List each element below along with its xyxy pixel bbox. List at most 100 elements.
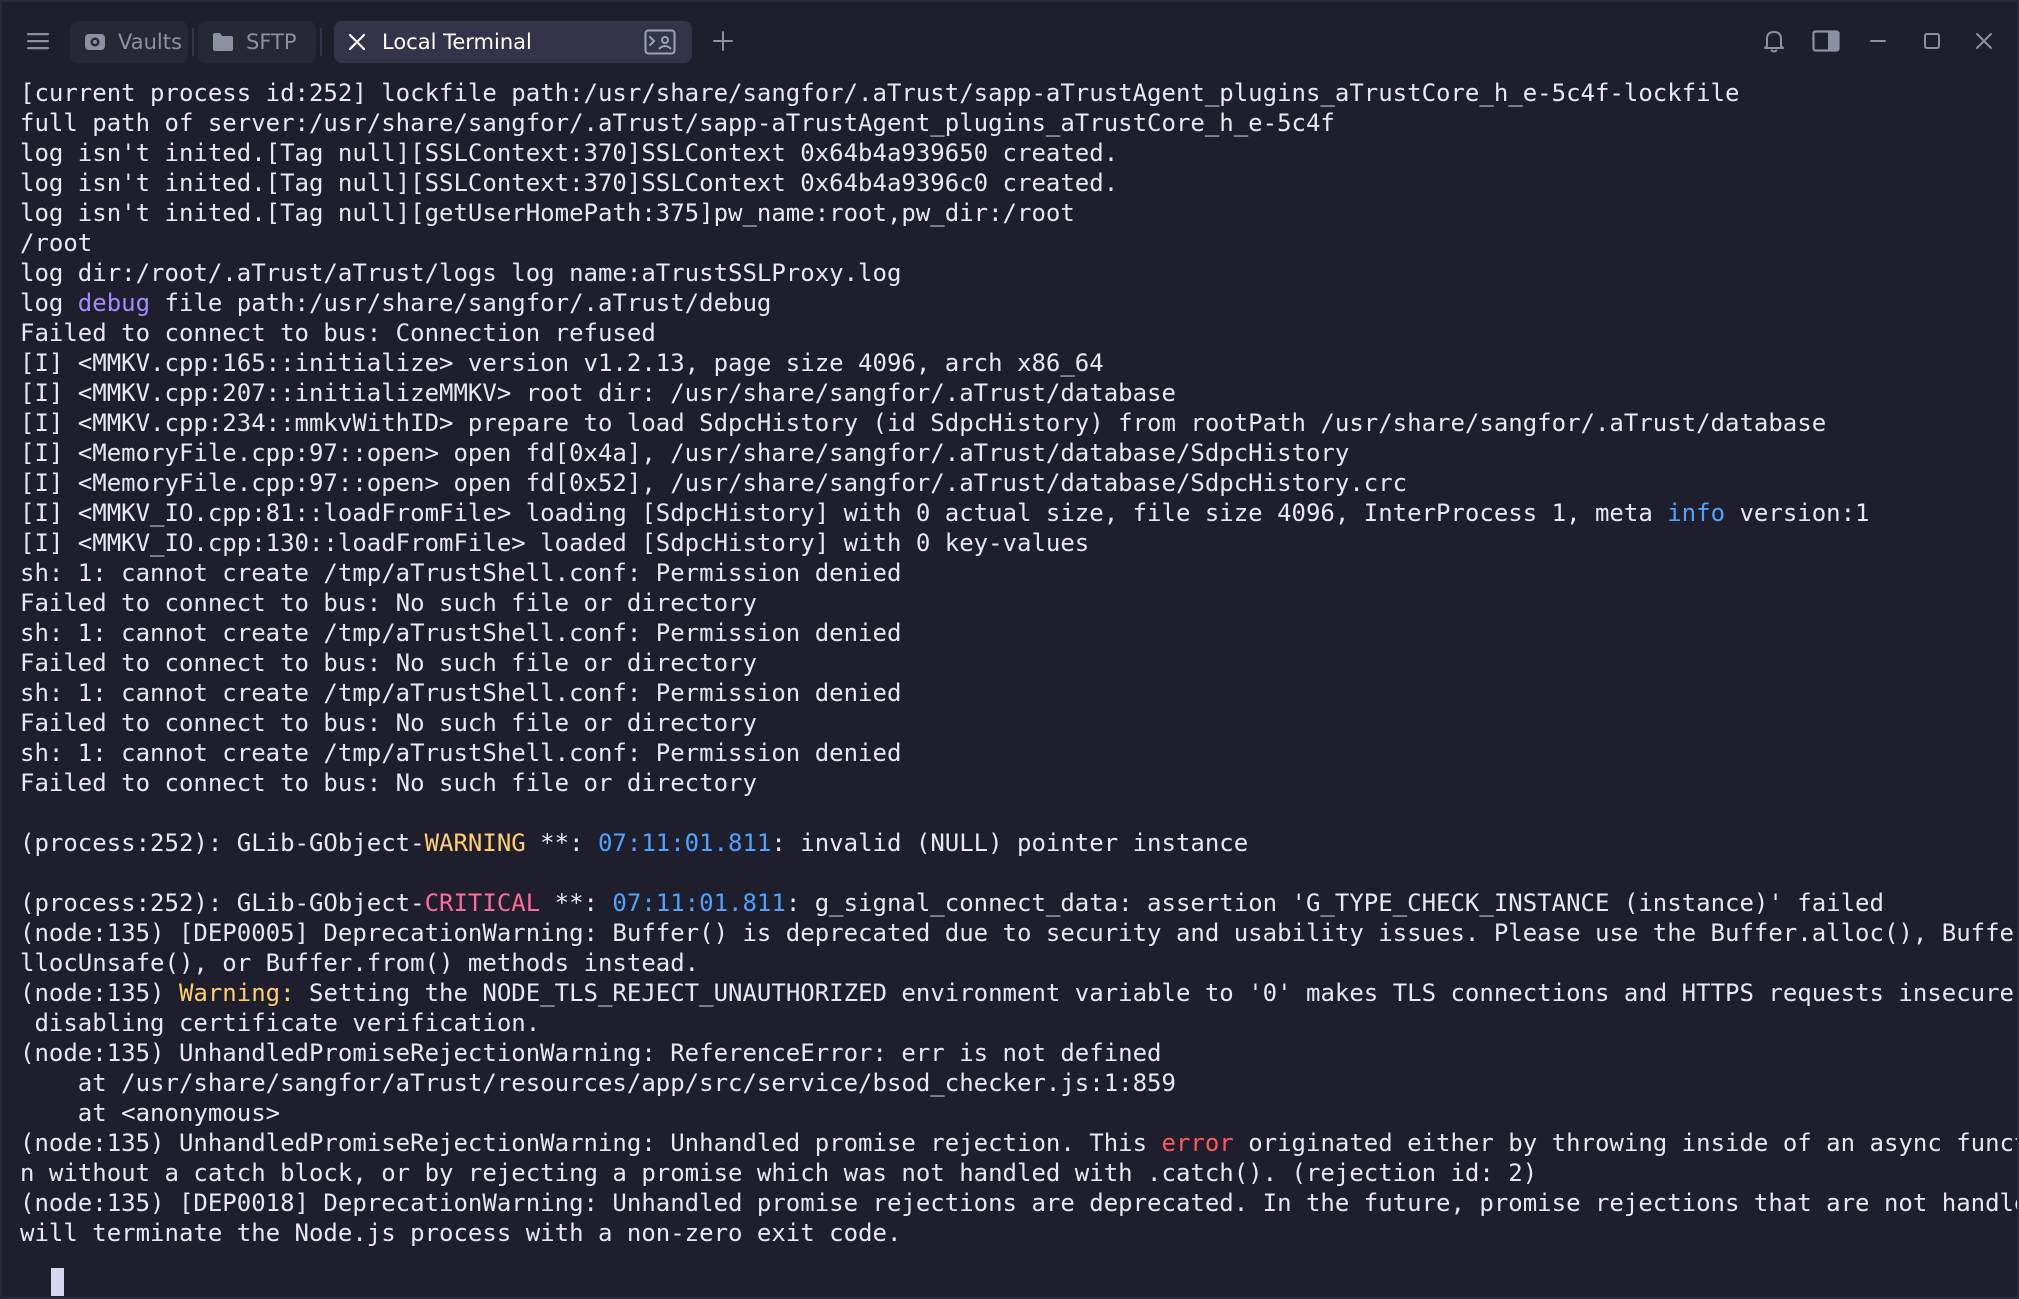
terminal-text-segment: (node:135) bbox=[20, 979, 179, 1007]
terminal-text-segment: at /usr/share/sangfor/aTrust/resources/a… bbox=[20, 1069, 1176, 1097]
terminal-text-segment: [current process id:252] lockfile path:/… bbox=[20, 79, 1740, 107]
terminal-line: at /usr/share/sangfor/aTrust/resources/a… bbox=[20, 1068, 2017, 1098]
toggle-side-panel-button[interactable] bbox=[1804, 20, 1848, 62]
tab-sftp[interactable]: SFTP bbox=[198, 21, 316, 63]
terminal-line: [I] <MMKV_IO.cpp:130::loadFromFile> load… bbox=[20, 528, 2017, 558]
minimize-button[interactable] bbox=[1856, 20, 1900, 62]
tab-local-terminal[interactable]: Local Terminal bbox=[334, 21, 692, 63]
minimize-icon bbox=[1870, 40, 1886, 42]
folder-icon bbox=[212, 32, 234, 52]
terminal-text-segment: sh: 1: cannot create /tmp/aTrustShell.co… bbox=[20, 679, 902, 707]
terminal-output[interactable]: [current process id:252] lockfile path:/… bbox=[2, 78, 2017, 1297]
terminal-line: disabling certificate verification. bbox=[20, 1008, 2017, 1038]
maximize-button[interactable] bbox=[1910, 20, 1954, 62]
terminal-text-segment: (process:252): GLib-GObject- bbox=[20, 889, 425, 917]
terminal-text-segment: full path of server:/usr/share/sangfor/.… bbox=[20, 109, 1335, 137]
terminal-line: log isn't inited.[Tag null][getUserHomeP… bbox=[20, 198, 2017, 228]
terminal-text-segment: version:1 bbox=[1725, 499, 1870, 527]
close-tab-icon[interactable] bbox=[348, 33, 366, 51]
terminal-line: (node:135) [DEP0005] DeprecationWarning:… bbox=[20, 918, 2017, 948]
tab-vaults[interactable]: Vaults bbox=[70, 21, 188, 63]
bell-icon bbox=[1764, 31, 1784, 53]
log-level-token: WARNING bbox=[424, 829, 526, 857]
terminal-line: (node:135) Warning: Setting the NODE_TLS… bbox=[20, 978, 2017, 1008]
app-window: Vaults SFTP Local Terminal [current proc… bbox=[0, 0, 2019, 1299]
terminal-line: (process:252): GLib-GObject-CRITICAL **:… bbox=[20, 888, 2017, 918]
terminal-line: n without a catch block, or by rejecting… bbox=[20, 1158, 2017, 1188]
terminal-line: (node:135) [DEP0018] DeprecationWarning:… bbox=[20, 1188, 2017, 1218]
terminal-line: Failed to connect to bus: Connection ref… bbox=[20, 318, 2017, 348]
terminal-line: [I] <MMKV_IO.cpp:81::loadFromFile> loadi… bbox=[20, 498, 2017, 528]
terminal-text-segment: sh: 1: cannot create /tmp/aTrustShell.co… bbox=[20, 739, 902, 767]
terminal-text-segment: at <anonymous> bbox=[20, 1099, 281, 1127]
terminal-text-segment: n without a catch block, or by rejecting… bbox=[20, 1159, 1538, 1187]
tab-divider bbox=[192, 28, 194, 56]
maximize-icon bbox=[1924, 33, 1940, 49]
terminal-text-segment: disabling certificate verification. bbox=[20, 1009, 541, 1037]
terminal-text-segment: /root bbox=[20, 229, 93, 257]
terminal-line: log dir:/root/.aTrust/aTrust/logs log na… bbox=[20, 258, 2017, 288]
terminal-text-segment: (node:135) [DEP0018] DeprecationWarning:… bbox=[20, 1189, 2019, 1217]
terminal-line: full path of server:/usr/share/sangfor/.… bbox=[20, 108, 2017, 138]
terminal-text-segment: originated either by throwing inside of … bbox=[1233, 1129, 2019, 1157]
terminal-line: sh: 1: cannot create /tmp/aTrustShell.co… bbox=[20, 738, 2017, 768]
terminal-text-segment: [I] <MemoryFile.cpp:97::open> open fd[0x… bbox=[20, 439, 1350, 467]
terminal-text-segment: [I] <MMKV.cpp:207::initializeMMKV> root … bbox=[20, 379, 1176, 407]
side-panel-icon bbox=[1812, 30, 1840, 52]
terminal-line: at <anonymous> bbox=[20, 1098, 2017, 1128]
close-icon bbox=[1976, 33, 1992, 49]
terminal-text-segment: : g_signal_connect_data: assertion 'G_TY… bbox=[785, 889, 1884, 917]
terminal-line: [I] <MemoryFile.cpp:97::open> open fd[0x… bbox=[20, 438, 2017, 468]
terminal-text-segment: **: bbox=[525, 829, 598, 857]
log-level-token: 07:11:01.811 bbox=[612, 889, 786, 917]
terminal-line: sh: 1: cannot create /tmp/aTrustShell.co… bbox=[20, 558, 2017, 588]
terminal-text-segment: [I] <MMKV_IO.cpp:130::loadFromFile> load… bbox=[20, 529, 1090, 557]
terminal-line: will terminate the Node.js process with … bbox=[20, 1218, 2017, 1248]
terminal-text-segment: log isn't inited.[Tag null][SSLContext:3… bbox=[20, 139, 1119, 167]
terminal-text-segment: log isn't inited.[Tag null][getUserHomeP… bbox=[20, 199, 1075, 227]
terminal-text-segment: Setting the NODE_TLS_REJECT_UNAUTHORIZED… bbox=[294, 979, 2019, 1007]
terminal-line: log isn't inited.[Tag null][SSLContext:3… bbox=[20, 168, 2017, 198]
terminal-icon bbox=[644, 29, 676, 55]
close-window-button[interactable] bbox=[1962, 20, 2006, 62]
new-tab-button[interactable] bbox=[702, 20, 744, 62]
terminal-line: /root bbox=[20, 228, 2017, 258]
terminal-line: sh: 1: cannot create /tmp/aTrustShell.co… bbox=[20, 618, 2017, 648]
terminal-text-segment: [I] <MMKV.cpp:234::mmkvWithID> prepare t… bbox=[20, 409, 1827, 437]
terminal-text-segment: sh: 1: cannot create /tmp/aTrustShell.co… bbox=[20, 619, 902, 647]
terminal-text-segment: Failed to connect to bus: No such file o… bbox=[20, 709, 757, 737]
log-level-token: error bbox=[1161, 1129, 1234, 1157]
hamburger-menu-button[interactable] bbox=[16, 20, 60, 62]
terminal-line: Failed to connect to bus: No such file o… bbox=[20, 708, 2017, 738]
terminal-text-segment: Failed to connect to bus: No such file o… bbox=[20, 649, 757, 677]
tab-bar: Vaults SFTP Local Terminal bbox=[2, 2, 2017, 80]
vault-icon bbox=[84, 31, 106, 53]
terminal-line: Failed to connect to bus: No such file o… bbox=[20, 768, 2017, 798]
terminal-text-segment: [I] <MemoryFile.cpp:97::open> open fd[0x… bbox=[20, 469, 1408, 497]
log-level-token: debug bbox=[77, 289, 151, 317]
plus-icon bbox=[713, 31, 733, 51]
terminal-text-segment: : invalid (NULL) pointer instance bbox=[771, 829, 1249, 857]
terminal-text-segment: (node:135) [DEP0005] DeprecationWarning:… bbox=[20, 919, 2019, 947]
terminal-prompt-line bbox=[20, 1248, 2017, 1296]
tab-divider bbox=[320, 28, 322, 56]
terminal-text: [current process id:252] lockfile path:/… bbox=[20, 78, 2017, 1248]
terminal-text-segment: (node:135) UnhandledPromiseRejectionWarn… bbox=[20, 1129, 1162, 1157]
terminal-line: log isn't inited.[Tag null][SSLContext:3… bbox=[20, 138, 2017, 168]
terminal-text-segment: Failed to connect to bus: No such file o… bbox=[20, 589, 757, 617]
terminal-text-segment: file path:/usr/share/sangfor/.aTrust/deb… bbox=[150, 289, 772, 317]
terminal-text-segment: **: bbox=[540, 889, 613, 917]
log-level-token: info bbox=[1667, 499, 1726, 527]
log-level-token: 07:11:01.811 bbox=[597, 829, 772, 857]
terminal-line: (node:135) UnhandledPromiseRejectionWarn… bbox=[20, 1128, 2017, 1158]
terminal-line: [I] <MMKV.cpp:165::initialize> version v… bbox=[20, 348, 2017, 378]
terminal-text-segment: Failed to connect to bus: Connection ref… bbox=[20, 319, 656, 347]
tab-sftp-label: SFTP bbox=[246, 30, 297, 54]
terminal-text-segment: log isn't inited.[Tag null][SSLContext:3… bbox=[20, 169, 1119, 197]
terminal-text-segment: sh: 1: cannot create /tmp/aTrustShell.co… bbox=[20, 559, 902, 587]
log-level-token: Warning: bbox=[178, 979, 295, 1007]
terminal-text-segment: log dir:/root/.aTrust/aTrust/logs log na… bbox=[20, 259, 902, 287]
notifications-button[interactable] bbox=[1752, 20, 1796, 62]
